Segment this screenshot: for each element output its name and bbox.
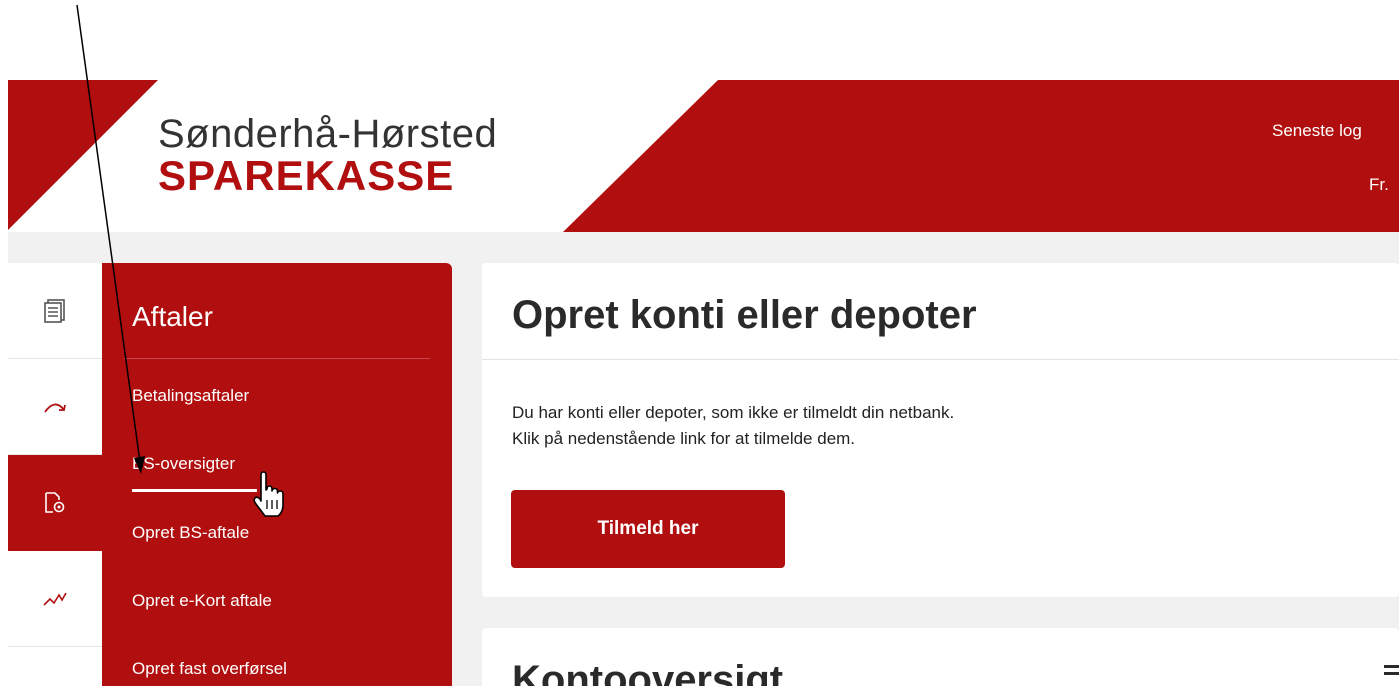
- card-text-line2: Klik på nedenstående link for at tilmeld…: [512, 429, 856, 448]
- card-title: Kontooversigt: [512, 658, 784, 686]
- sidebar-item-agreements[interactable]: [8, 455, 102, 551]
- transfer-arrow-icon: [44, 403, 66, 413]
- investment-chart-icon: [43, 592, 67, 606]
- submenu-title: Aftaler: [132, 301, 213, 332]
- sidebar-item-investments[interactable]: [8, 551, 102, 647]
- register-button[interactable]: Tilmeld her: [511, 490, 785, 568]
- submenu-item-opret-fast-overforsel[interactable]: Opret fast overførsel: [132, 659, 287, 679]
- card-title: Opret konti eller depoter: [512, 293, 977, 337]
- header: Sønderhå-Hørsted SPAREKASSE Seneste log …: [8, 80, 1399, 232]
- sidebar-item-overview[interactable]: [8, 263, 102, 359]
- bank-logo[interactable]: Sønderhå-Hørsted SPAREKASSE: [158, 114, 497, 198]
- hover-underline: [132, 489, 257, 492]
- netbank-page: Sønderhå-Hørsted SPAREKASSE Seneste log …: [8, 80, 1399, 686]
- logo-line1: Sønderhå-Hørsted: [158, 112, 498, 156]
- submenu-item-betalingsaftaler[interactable]: Betalingsaftaler: [132, 386, 249, 406]
- icon-sidebar: [8, 263, 102, 686]
- account-overview-card: Kontooversigt: [482, 628, 1399, 686]
- menu-icon[interactable]: [1384, 664, 1399, 682]
- agreement-document-icon: [45, 491, 65, 513]
- submenu-item-opret-ekort-aftale[interactable]: Opret e-Kort aftale: [132, 591, 272, 611]
- hand-cursor-icon: [253, 471, 284, 517]
- submenu-item-bs-oversigter[interactable]: BS-oversigter: [132, 454, 235, 474]
- document-list-icon: [44, 298, 65, 323]
- card-text-line1: Du har konti eller depoter, som ikke er …: [512, 403, 955, 422]
- last-login-value: Fr.: [1369, 175, 1389, 194]
- submenu-item-opret-bs-aftale[interactable]: Opret BS-aftale: [132, 523, 249, 543]
- sidebar-item-transfers[interactable]: [8, 359, 102, 455]
- create-accounts-card: Opret konti eller depoter Du har konti e…: [482, 263, 1399, 597]
- last-login-label: Seneste log: [1272, 121, 1362, 140]
- logo-line2: SPAREKASSE: [158, 152, 455, 199]
- card-divider: [482, 359, 1399, 360]
- submenu-divider: [124, 358, 430, 359]
